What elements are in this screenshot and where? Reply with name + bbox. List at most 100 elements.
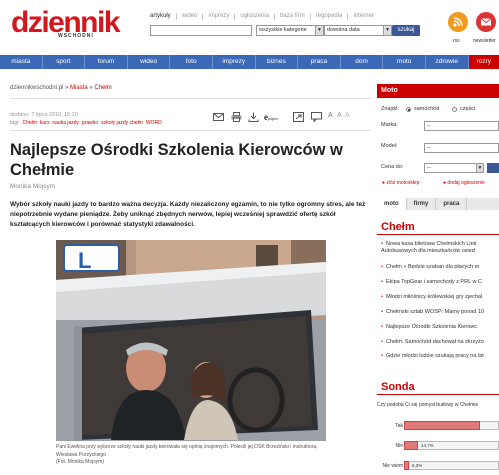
tags-label: tagi: (10, 120, 20, 126)
sonda-section-title: Sonda (381, 381, 415, 393)
comment-icon[interactable] (311, 112, 322, 123)
radio-parts[interactable] (452, 107, 457, 112)
radio-parts-label: części (460, 106, 476, 112)
price-select[interactable]: -- ▼ (424, 163, 484, 173)
nav-item-sport[interactable]: sport (43, 55, 86, 69)
nav-item-imprezy[interactable]: imprezy (213, 55, 256, 69)
epapier-icon[interactable]: epapier (264, 112, 290, 122)
poll-percent: 14,7% (421, 443, 434, 448)
photo-caption: Pani Ewelina przy wyborze szkoły nauki j… (56, 444, 331, 467)
nav-item-dom[interactable]: dom (341, 55, 384, 69)
newsletter-icon[interactable] (476, 12, 496, 32)
tag-link[interactable]: szkoły jazdy chełm (101, 120, 143, 126)
article-date: dodano: 7 lipca 2010, 15:10 (10, 112, 78, 118)
poll-answer-label: Nie wiem (382, 463, 403, 469)
chevron-down-icon: ▼ (476, 164, 483, 172)
chevron-down-icon: ▼ (383, 26, 391, 35)
article-author[interactable]: Monika Mojsym (10, 183, 55, 190)
moto-tabs: moto firmy praca (377, 198, 499, 210)
article-photo[interactable]: L (56, 240, 326, 441)
radio-car[interactable] (406, 107, 411, 112)
make-select-value: -- (427, 123, 431, 129)
price-search-button[interactable] (487, 163, 499, 173)
article-lead: Wybór szkoły nauki jazdy to bardzo ważna… (10, 201, 366, 228)
moto-box-header[interactable]: Moto (377, 84, 499, 98)
news-item[interactable]: • Chełm » Będzie szaban dla płacych m (381, 264, 499, 271)
tag-link[interactable]: kurs (40, 120, 49, 126)
news-item[interactable]: • Chełm: Samochód dachował na skrzyżo (381, 339, 499, 346)
search-button[interactable]: szukaj (392, 25, 420, 36)
news-item[interactable]: • Chełmski sztab WOŚP: Mamy ponad 10 (381, 309, 499, 316)
poll-answer-label: Nie (395, 443, 403, 449)
tag-link[interactable]: Chełm (22, 120, 36, 126)
breadcrumb-section[interactable]: Miasta (70, 85, 88, 91)
category-select-value: wszystkie kategorie (259, 27, 307, 33)
add-ad-label: dodaj ogłoszenie (447, 180, 485, 186)
email-icon[interactable] (213, 112, 224, 122)
tag-link[interactable]: prawko (82, 120, 98, 126)
nav-item-zdrowie[interactable]: zdrowie (426, 55, 469, 69)
rss-icon[interactable] (448, 12, 468, 32)
poll-bar (404, 441, 418, 450)
news-item-text: Nowa kasa biletowa Chełmskich Linii Auto… (381, 241, 477, 254)
toplink-ads[interactable]: ogłoszenia (234, 13, 274, 20)
price-label: Cena do: (381, 164, 404, 170)
logo-subtitle: WSCHODNI (58, 33, 94, 39)
share-icon[interactable] (293, 112, 304, 122)
toplink-events[interactable]: imprezy (202, 13, 234, 20)
photo-credit: (Fot. Monika Mojsym) (56, 459, 105, 465)
add-ad-link[interactable]: ● dodaj ogłoszenie (443, 180, 485, 186)
tab-praca[interactable]: praca (436, 198, 468, 210)
site-header: dziennik WSCHODNI artykuły wideo imprezy… (0, 0, 499, 55)
tab-moto[interactable]: moto (377, 198, 407, 210)
news-item[interactable]: • Najlepsze Ośrodki Szkolenia Kierowc (381, 324, 499, 331)
make-select[interactable]: -- (424, 121, 499, 131)
news-item[interactable]: • Nowa kasa biletowa Chełmskich Linii Aut… (381, 241, 499, 255)
price-select-value: -- (427, 165, 431, 171)
article-title: Najlepsze Ośrodki Szkolenia Kierowców w … (10, 141, 343, 179)
poll-bar-track[interactable] (404, 441, 499, 450)
print-icon[interactable] (231, 112, 242, 122)
news-item[interactable]: • Młodzi miłośnicy królewskiej gry zjecha… (381, 294, 499, 301)
add-motoshop-link[interactable]: ● zlóż motoskłep (382, 180, 420, 186)
newsletter-label: newsletter (473, 38, 496, 44)
toplink-articles[interactable]: artykuły (150, 13, 176, 20)
tab-firmy[interactable]: firmy (407, 198, 437, 210)
toplink-video[interactable]: wideo (175, 13, 203, 20)
category-select[interactable]: wszystkie kategorie ▼ (256, 25, 324, 36)
news-item[interactable]: • Gdzie młodzi ludzie szukają pracy na la… (381, 353, 499, 360)
download-icon[interactable] (248, 112, 259, 122)
nav-item-miasta[interactable]: miasta (0, 55, 43, 69)
font-size-icon[interactable]: A (345, 112, 356, 122)
news-item-text: Młodzi miłośnicy królewskiej gry zjechal (385, 294, 483, 300)
toplink-internet[interactable]: internet (347, 13, 378, 20)
date-select[interactable]: dowolna data ▼ (324, 25, 392, 36)
breadcrumb-city[interactable]: Chełm (94, 85, 111, 91)
model-select-value: -- (427, 145, 431, 151)
breadcrumb-site[interactable]: dziennikwschodni.pl (10, 85, 63, 91)
chevron-down-icon: ▼ (315, 26, 323, 35)
nav-item-rozrywka[interactable]: rozry (468, 55, 499, 69)
nav-item-biznes[interactable]: biznes (256, 55, 299, 69)
news-item[interactable]: • Ekipa TopGear i samochody z PRL w C (381, 279, 499, 286)
divider (10, 98, 370, 99)
toplink-regopedia[interactable]: regopedia (309, 13, 348, 20)
poll-bar (404, 461, 409, 470)
search-input[interactable] (150, 25, 252, 36)
nav-item-moto[interactable]: moto (383, 55, 426, 69)
nav-item-forum[interactable]: forum (85, 55, 128, 69)
nav-item-praca[interactable]: praca (298, 55, 341, 69)
main-nav: miasta sport forum wideo foto imprezy bi… (0, 55, 499, 69)
poll-percent: 5,3% (412, 463, 423, 468)
news-item-text: Chełm » Będzie szaban dla płacych m (385, 264, 480, 270)
nav-item-wideo[interactable]: wideo (128, 55, 171, 69)
news-item-text: Ekipa TopGear i samochody z PRL w C (385, 279, 482, 285)
tag-link[interactable]: WORD (146, 120, 162, 126)
nav-item-foto[interactable]: foto (170, 55, 213, 69)
breadcrumb: dziennikwschodni.pl » Miasta » Chełm (10, 85, 112, 91)
model-select[interactable]: -- (424, 143, 499, 153)
divider (377, 394, 499, 395)
tag-link[interactable]: nauka jazdy (52, 120, 79, 126)
chelm-section-title[interactable]: Chełm (381, 221, 415, 233)
toplink-companies[interactable]: baza firm (274, 13, 310, 20)
